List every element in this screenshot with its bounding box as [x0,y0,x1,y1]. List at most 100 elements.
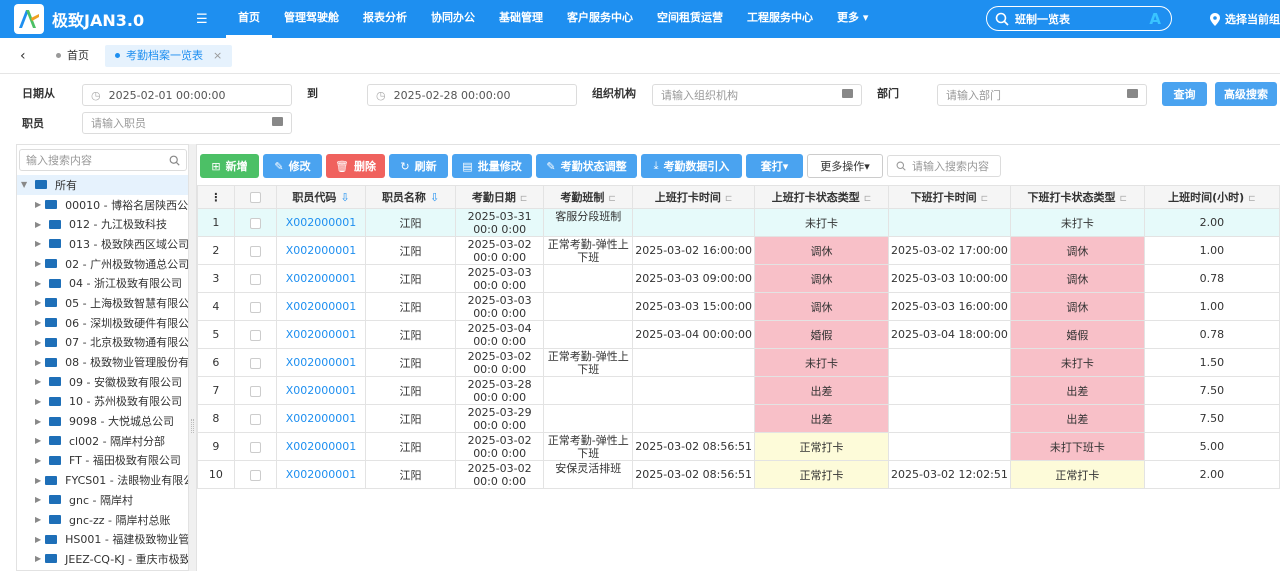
delete-button[interactable]: 🗑 删除 [326,154,385,178]
row-checkbox[interactable] [249,329,261,341]
staff-code-link[interactable]: X002000001 [275,460,367,490]
nav-item-7[interactable]: 工程服务中心 [735,0,825,38]
splitter-grip-icon[interactable] [191,419,194,433]
col-out-time[interactable]: 下班打卡时间 ⊏ [888,184,1011,210]
caret-right-icon[interactable]: ▶ [35,279,45,288]
row-checkbox[interactable] [249,273,261,285]
row-select-cell[interactable] [233,236,277,266]
tree-search-input[interactable]: 输入搜索内容 [19,149,187,171]
staff-code-link[interactable]: X002000001 [275,404,367,434]
nav-item-2[interactable]: 报表分析 [351,0,419,38]
caret-right-icon[interactable]: ▶ [35,397,45,406]
col-shift[interactable]: 考勤班制 ⊏ [543,184,634,210]
tree-node[interactable]: ▶ 013 - 极致陕西区域公司 [17,234,189,254]
staff-code-link[interactable]: X002000001 [275,320,367,350]
caret-right-icon[interactable]: ▶ [35,200,41,209]
row-checkbox[interactable] [249,441,261,453]
date-from-input[interactable]: ◷ 2025-02-01 00:00:00 [82,84,292,106]
pin-icon[interactable]: ⇩ [430,191,439,204]
global-search[interactable]: 班制一览表 A [986,6,1172,31]
folder-icon[interactable] [272,117,283,126]
column-pin-icon[interactable]: ⊏ [1248,194,1256,204]
column-pin-icon[interactable]: ⊏ [520,194,528,204]
caret-right-icon[interactable]: ▶ [35,259,41,268]
import-button[interactable]: ⤓ 考勤数据引入 [641,154,742,178]
row-checkbox[interactable] [249,357,261,369]
panel-splitter[interactable] [188,144,197,571]
grid-search-input[interactable]: 请输入搜索内容 [887,155,1001,177]
nav-item-3[interactable]: 协同办公 [419,0,487,38]
more-actions-button[interactable]: 更多操作▾ [807,154,883,178]
tab-attendance-list[interactable]: 考勤档案一览表 × [105,44,233,67]
staff-code-link[interactable]: X002000001 [275,236,367,266]
status-adjust-button[interactable]: ✎ 考勤状态调整 [536,154,637,178]
caret-right-icon[interactable]: ▶ [35,535,41,544]
nav-item-1[interactable]: 管理驾驶舱 [272,0,351,38]
row-select-cell[interactable] [233,460,277,490]
nav-item-0[interactable]: 首页 [226,0,272,38]
tree-node[interactable]: ▶ 09 - 安徽极致有限公司 [17,372,189,392]
caret-right-icon[interactable]: ▶ [35,220,45,229]
back-arrow-icon[interactable]: ‹ [20,48,40,64]
folder-icon[interactable] [842,89,853,98]
tree-node[interactable]: ▶ cl002 - 隔岸村分部 [17,431,189,451]
staff-code-link[interactable]: X002000001 [275,348,367,378]
batch-edit-button[interactable]: ▤ 批量修改 [452,154,532,178]
caret-right-icon[interactable]: ▶ [35,318,41,327]
tree-node[interactable]: ▶ 10 - 苏州极致有限公司 [17,392,189,412]
caret-right-icon[interactable]: ▶ [35,436,45,445]
nav-item-6[interactable]: 空间租赁运营 [645,0,735,38]
row-checkbox[interactable] [249,245,261,257]
tree-node[interactable]: ▶ 02 - 广州极致物通总公司 [17,254,189,274]
row-checkbox[interactable] [249,301,261,313]
row-select-cell[interactable] [233,432,277,462]
row-checkbox[interactable] [249,385,261,397]
dept-input[interactable]: 请输入部门 [937,84,1147,106]
date-to-input[interactable]: ◷ 2025-02-28 00:00:00 [367,84,577,106]
table-row[interactable]: 3 X002000001 江阳 2025-03-03 00:0 0:00 2025-03… [197,264,1280,294]
table-row[interactable]: 8 X002000001 江阳 2025-03-29 00:0 0:00 出差 出差 7.5… [197,404,1280,434]
row-select-cell[interactable] [233,292,277,322]
org-input[interactable]: 请输入组织机构 [652,84,862,106]
staff-code-link[interactable]: X002000001 [275,376,367,406]
tree-node[interactable]: ▶ JEEZ-CQ-KJ - 重庆市极致 [17,549,189,569]
row-select-cell[interactable] [233,348,277,378]
row-select-cell[interactable] [233,320,277,350]
table-row[interactable]: 4 X002000001 江阳 2025-03-03 00:0 0:00 2025-03… [197,292,1280,322]
col-date[interactable]: 考勤日期 ⊏ [455,184,545,210]
edit-button[interactable]: ✎ 修改 [263,154,322,178]
tree-node[interactable]: ▶ 07 - 北京极致物通有限公司 [17,333,189,353]
menu-toggle-icon[interactable]: ☰ [196,12,216,27]
advanced-search-button[interactable]: 高级搜索 [1215,82,1277,106]
caret-right-icon[interactable]: ▶ [35,495,45,504]
tree-node[interactable]: ▶ 08 - 极致物业管理股份有限 [17,352,189,372]
tree-node[interactable]: ▶ gnc-zz - 隔岸村总账 [17,510,189,530]
column-pin-icon[interactable]: ⊏ [864,194,872,204]
tree-node[interactable]: ▶ 05 - 上海极致智慧有限公司 [17,293,189,313]
column-pin-icon[interactable]: ⊏ [1120,194,1128,204]
row-checkbox[interactable] [249,413,261,425]
caret-right-icon[interactable]: ▶ [35,456,45,465]
column-pin-icon[interactable]: ⊏ [608,194,616,204]
tree-node[interactable]: ▶ FT - 福田极致有限公司 [17,451,189,471]
tree-node[interactable]: ▶ 06 - 深圳极致硬件有限公司 [17,313,189,333]
assistant-icon[interactable]: A [1149,10,1161,28]
query-button[interactable]: 查询 [1162,82,1207,106]
row-select-cell[interactable] [233,208,277,238]
refresh-button[interactable]: ↻ 刷新 [389,154,448,178]
col-in-status[interactable]: 上班打卡状态类型 ⊏ [754,184,890,210]
select-all-header[interactable] [233,184,277,210]
table-row[interactable]: 7 X002000001 江阳 2025-03-28 00:0 0:00 出差 出差 7.5… [197,376,1280,406]
tree-node[interactable]: ▶ FYCS01 - 法眼物业有限公司 [17,470,189,490]
add-button[interactable]: ⊞ 新增 [200,154,259,178]
table-row[interactable]: 9 X002000001 江阳 2025-03-02 00:0 0:00 正常考勤-弹性… [197,432,1280,462]
tree-node[interactable]: ▶ 00010 - 博裕名居陕西公司 [17,195,189,215]
tree-node[interactable]: ▶ HS001 - 福建极致物业管理 [17,529,189,549]
row-select-cell[interactable] [233,376,277,406]
staff-code-link[interactable]: X002000001 [275,292,367,322]
caret-down-icon[interactable]: ▼ [21,180,31,189]
caret-right-icon[interactable]: ▶ [35,239,45,248]
table-row[interactable]: 6 X002000001 江阳 2025-03-02 00:0 0:00 正常考勤-弹性… [197,348,1280,378]
nav-item-4[interactable]: 基础管理 [487,0,555,38]
folder-icon[interactable] [1127,89,1138,98]
